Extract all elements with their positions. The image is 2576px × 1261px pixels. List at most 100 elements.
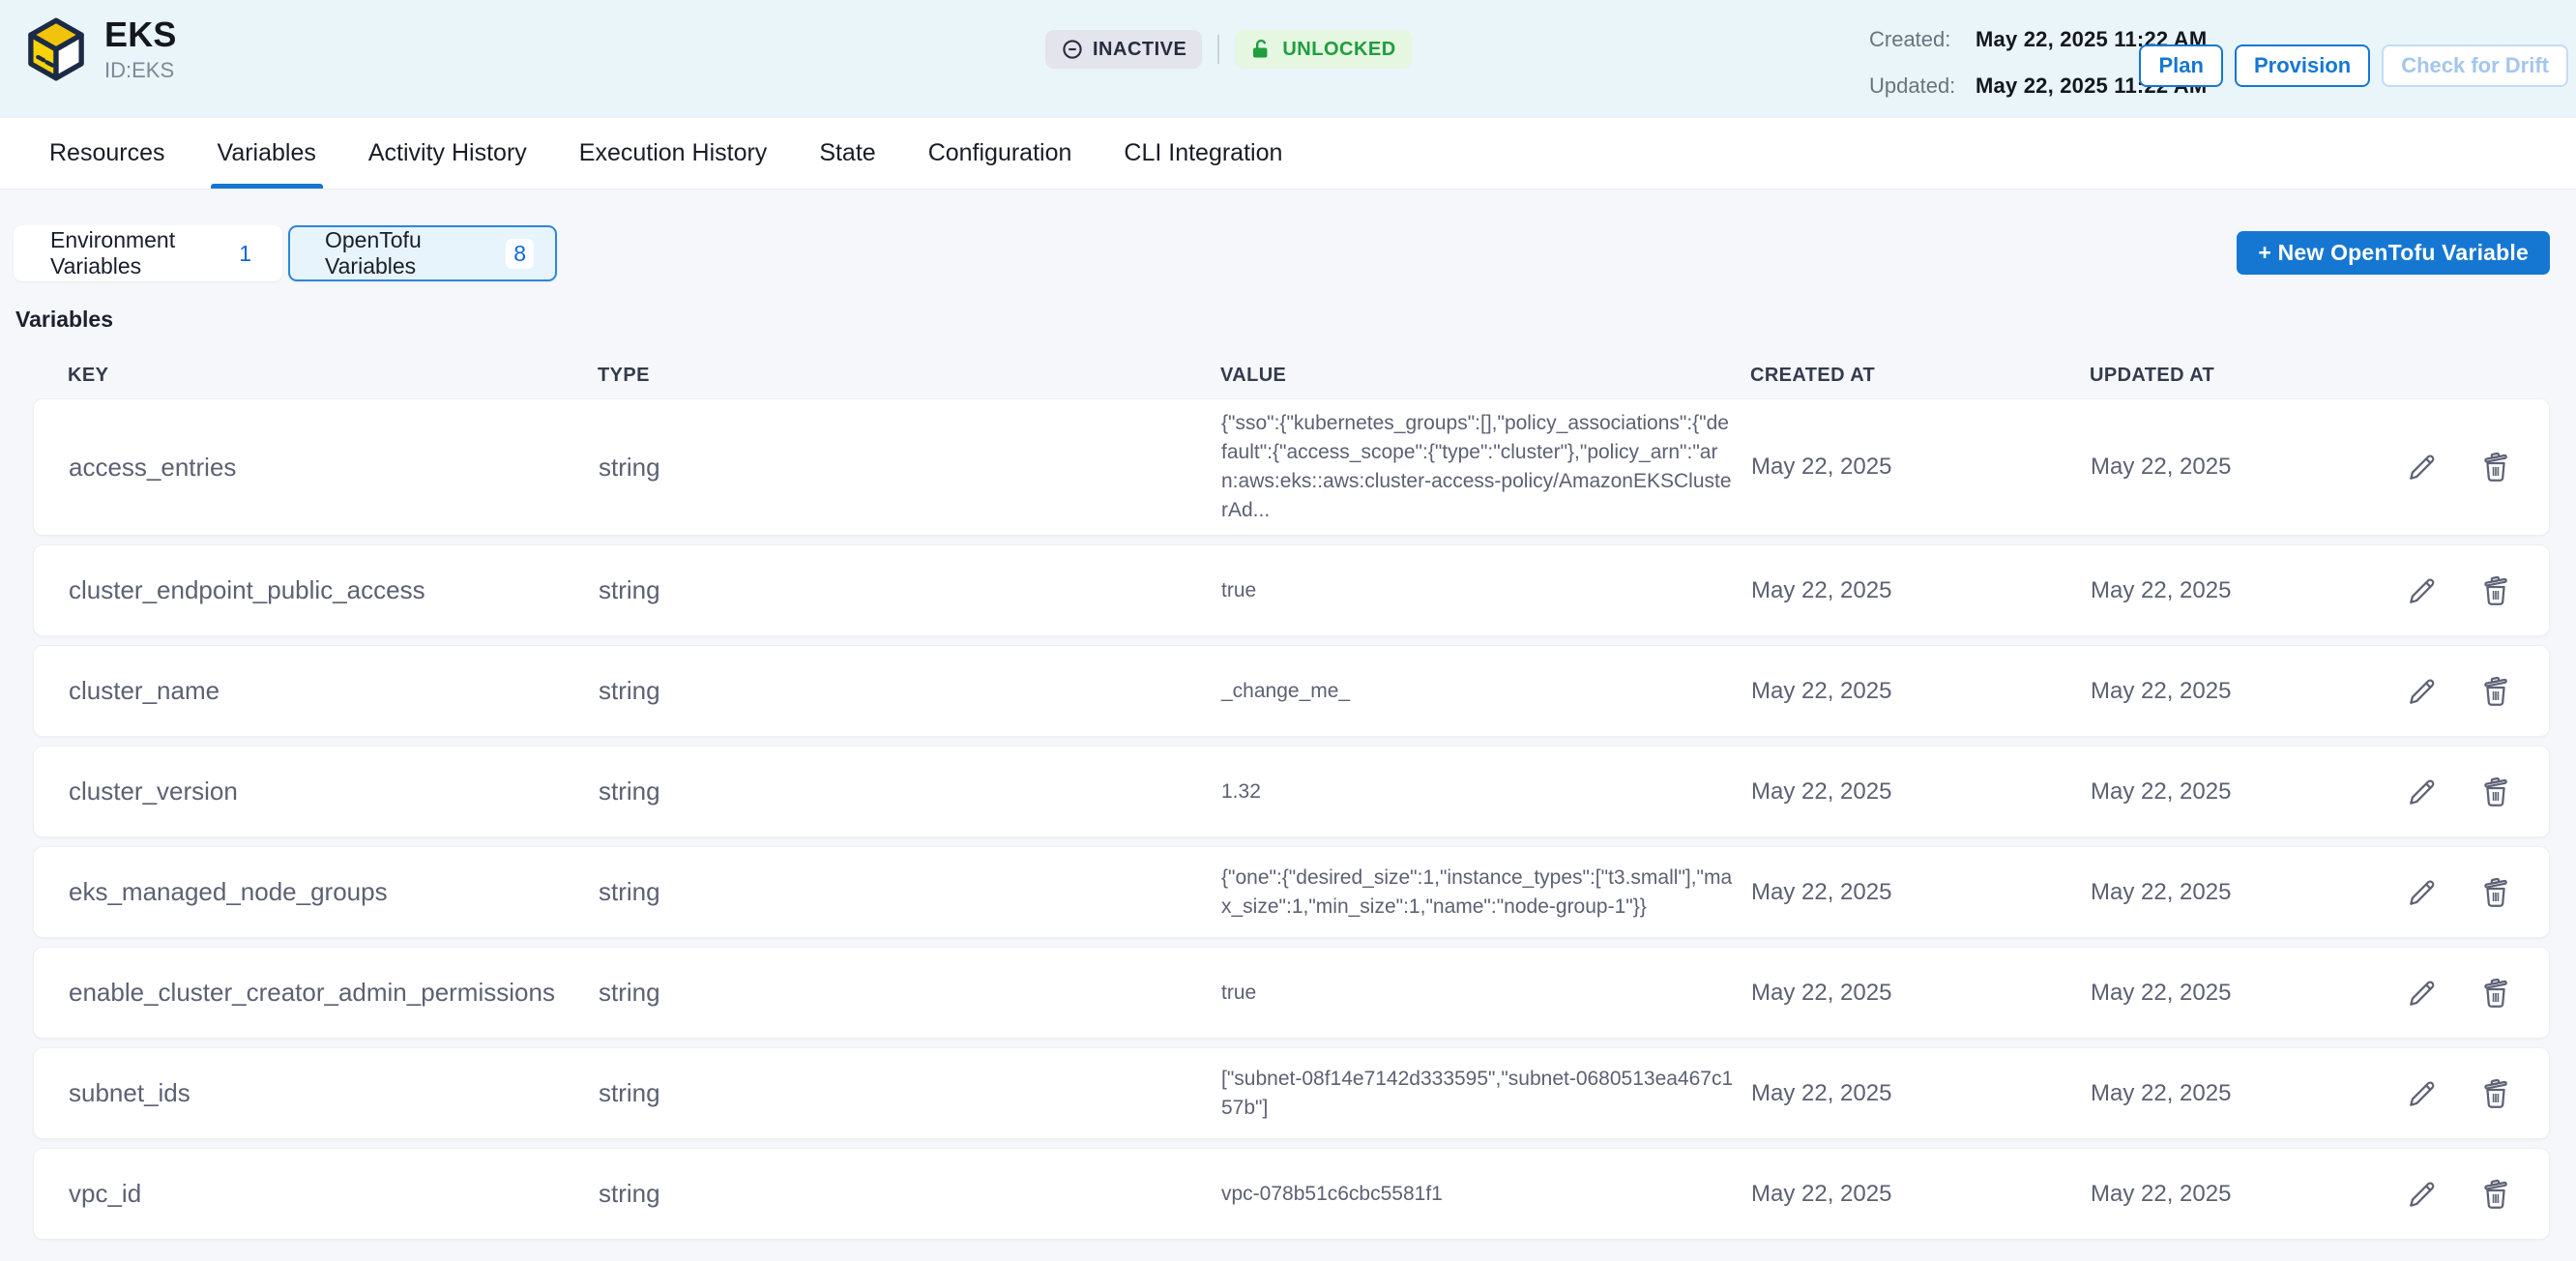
tab-execution-history[interactable]: Execution History [553, 118, 794, 189]
table-row: subnet_ids string ["subnet-08f14e7142d33… [33, 1047, 2550, 1139]
edit-variable-button[interactable] [2402, 973, 2443, 1013]
variable-created-at: May 22, 2025 [1751, 454, 2091, 481]
column-header-key: KEY [68, 365, 598, 387]
created-label: Created: [1869, 27, 1962, 52]
variable-type: string [599, 877, 1221, 907]
variable-created-at: May 22, 2025 [1751, 1080, 2091, 1107]
edit-variable-button[interactable] [2402, 571, 2443, 611]
table-row: cluster_endpoint_public_access string tr… [33, 544, 2550, 636]
delete-variable-button[interactable] [2475, 1073, 2516, 1114]
table-row: access_entries string {"sso":{"kubernete… [33, 398, 2550, 536]
edit-variable-button[interactable] [2402, 671, 2443, 712]
badge-separator [1217, 35, 1219, 64]
variable-value: 1.32 [1221, 777, 1751, 806]
variable-updated-at: May 22, 2025 [2091, 1181, 2400, 1208]
trash-icon [2478, 674, 2513, 709]
edit-variable-button[interactable] [2402, 1174, 2443, 1215]
pencil-icon [2405, 450, 2440, 484]
variable-type: string [599, 978, 1221, 1008]
delete-variable-button[interactable] [2475, 571, 2516, 611]
pencil-icon [2405, 1076, 2440, 1111]
variable-updated-at: May 22, 2025 [2091, 778, 2400, 806]
new-opentofu-variable-button[interactable]: + New OpenTofu Variable [2237, 231, 2550, 275]
delete-variable-button[interactable] [2475, 772, 2516, 812]
variable-updated-at: May 22, 2025 [2091, 678, 2400, 705]
variable-key: eks_managed_node_groups [69, 877, 599, 907]
delete-variable-button[interactable] [2475, 973, 2516, 1013]
variable-key: vpc_id [69, 1179, 599, 1209]
environment-variables-tab[interactable]: Environment Variables 1 [14, 225, 282, 281]
column-header-value: VALUE [1220, 365, 1750, 387]
variable-key: subnet_ids [69, 1078, 599, 1108]
variable-value: true [1221, 979, 1751, 1008]
table-row: eks_managed_node_groups string {"one":{"… [33, 846, 2550, 938]
trash-icon [2478, 875, 2513, 910]
variable-value: ["subnet-08f14e7142d333595","subnet-0680… [1221, 1065, 1751, 1123]
edit-variable-button[interactable] [2402, 772, 2443, 812]
variable-value: {"sso":{"kubernetes_groups":[],"policy_a… [1221, 409, 1751, 525]
trash-icon [2478, 1177, 2513, 1212]
variables-table: access_entries string {"sso":{"kubernete… [33, 398, 2550, 1240]
variable-value: true [1221, 576, 1751, 605]
header-actions: Plan Provision Check for Drift [2139, 44, 2568, 87]
unlocked-padlock-icon [1250, 38, 1273, 61]
check-for-drift-button[interactable]: Check for Drift [2382, 44, 2568, 87]
pencil-icon [2405, 1177, 2440, 1212]
variable-value: vpc-078b51c6cbc5581f1 [1221, 1180, 1751, 1209]
tab-configuration[interactable]: Configuration [902, 118, 1098, 189]
table-row: enable_cluster_creator_admin_permissions… [33, 947, 2550, 1039]
edit-variable-button[interactable] [2402, 1073, 2443, 1114]
variable-value: _change_me_ [1221, 677, 1751, 706]
main-tabbar: Resources Variables Activity History Exe… [0, 118, 2576, 190]
status-badge-label: INACTIVE [1093, 39, 1186, 61]
tab-variables[interactable]: Variables [191, 118, 342, 189]
provision-button[interactable]: Provision [2235, 44, 2370, 87]
edit-variable-button[interactable] [2402, 872, 2443, 913]
lock-badge: UNLOCKED [1235, 30, 1411, 69]
variable-type: string [599, 676, 1221, 706]
variable-created-at: May 22, 2025 [1751, 879, 2091, 906]
tab-cli-integration[interactable]: CLI Integration [1098, 118, 1308, 189]
variable-created-at: May 22, 2025 [1751, 778, 2091, 806]
pencil-icon [2405, 674, 2440, 709]
plan-button[interactable]: Plan [2139, 44, 2222, 87]
variable-created-at: May 22, 2025 [1751, 980, 2091, 1007]
variable-updated-at: May 22, 2025 [2091, 454, 2400, 481]
table-row: vpc_id string vpc-078b51c6cbc5581f1 May … [33, 1148, 2550, 1240]
delete-variable-button[interactable] [2475, 671, 2516, 712]
environment-variables-tab-label: Environment Variables [50, 227, 231, 279]
page-title: EKS [104, 15, 177, 54]
variable-key: cluster_version [69, 777, 599, 806]
variable-updated-at: May 22, 2025 [2091, 980, 2400, 1007]
status-badges: INACTIVE UNLOCKED [1045, 30, 1412, 69]
status-badge: INACTIVE [1045, 30, 1202, 69]
column-header-updated-at: UPDATED AT [2090, 365, 2399, 387]
tab-resources[interactable]: Resources [23, 118, 191, 189]
tab-state[interactable]: State [793, 118, 901, 189]
title-block: EKS ID:EKS [104, 15, 177, 83]
table-header-row: KEY TYPE VALUE CREATED AT UPDATED AT [33, 352, 2550, 398]
delete-variable-button[interactable] [2475, 872, 2516, 913]
variable-created-at: May 22, 2025 [1751, 1181, 2091, 1208]
variable-updated-at: May 22, 2025 [2091, 577, 2400, 604]
variable-key: cluster_endpoint_public_access [69, 575, 599, 605]
variable-key: enable_cluster_creator_admin_permissions [69, 978, 599, 1008]
environment-header: EKS ID:EKS INACTIVE UNLOCKED Created: Ma… [0, 0, 2576, 118]
opentofu-variables-tab-label: OpenTofu Variables [325, 227, 506, 279]
environment-variables-count-badge: 1 [231, 239, 259, 269]
environment-id: ID:EKS [104, 58, 177, 83]
opentofu-variables-tab[interactable]: OpenTofu Variables 8 [288, 225, 557, 281]
tab-activity-history[interactable]: Activity History [342, 118, 553, 189]
variable-key: cluster_name [69, 676, 599, 706]
delete-variable-button[interactable] [2475, 1174, 2516, 1215]
trash-icon [2478, 573, 2513, 608]
table-row: cluster_name string _change_me_ May 22, … [33, 645, 2550, 737]
variable-created-at: May 22, 2025 [1751, 678, 2091, 705]
delete-variable-button[interactable] [2475, 447, 2516, 487]
brand: EKS ID:EKS [25, 15, 177, 83]
variables-page: Environment Variables 1 OpenTofu Variabl… [0, 190, 2576, 1240]
variable-type: string [599, 777, 1221, 806]
trash-icon [2478, 1076, 2513, 1111]
variable-type: string [599, 453, 1221, 483]
edit-variable-button[interactable] [2402, 447, 2443, 487]
